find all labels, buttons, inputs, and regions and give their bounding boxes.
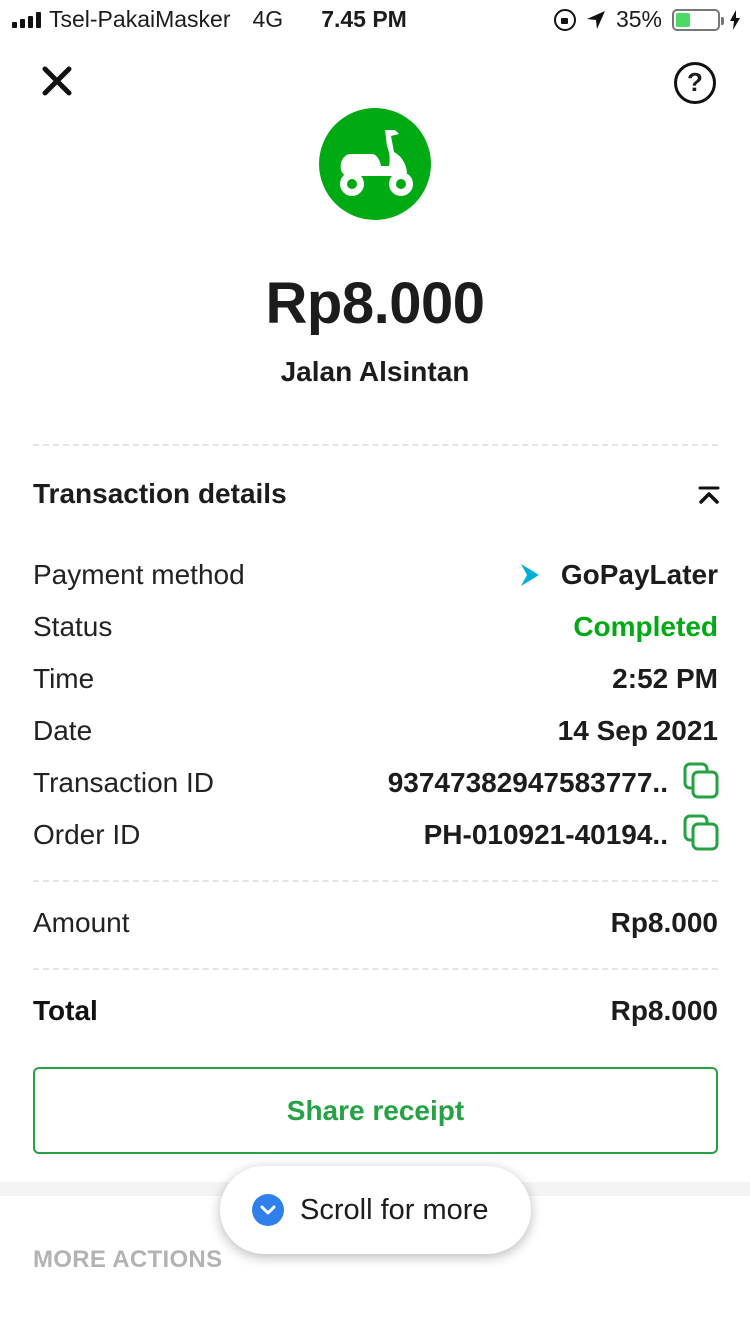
copy-icon bbox=[683, 762, 719, 799]
chevron-up-icon bbox=[698, 486, 720, 504]
help-button[interactable]: ? bbox=[674, 62, 716, 104]
chevron-down-icon bbox=[252, 1194, 284, 1226]
carrier-name: Tsel-PakaiMasker bbox=[49, 6, 231, 32]
copy-icon bbox=[683, 814, 719, 851]
row-transaction-id: Transaction ID 93747382947583777.. bbox=[33, 762, 719, 807]
rotation-lock-icon bbox=[553, 8, 576, 31]
battery-percent: 35% bbox=[615, 6, 662, 32]
close-button[interactable] bbox=[38, 62, 76, 100]
row-time: Time 2:52 PM bbox=[33, 663, 718, 703]
row-label: Time bbox=[33, 663, 95, 694]
row-total: Total Rp8.000 bbox=[33, 995, 718, 1035]
divider bbox=[33, 444, 718, 446]
divider bbox=[33, 968, 718, 970]
row-value: 93747382947583777.. bbox=[387, 767, 668, 798]
amount-label: Amount bbox=[33, 907, 130, 938]
transaction-details-title: Transaction details bbox=[33, 478, 287, 509]
scroll-hint-label: Scroll for more bbox=[300, 1193, 489, 1226]
total-label: Total bbox=[33, 995, 98, 1026]
amount-value: Rp8.000 bbox=[610, 907, 718, 938]
network-type: 4G bbox=[252, 6, 284, 32]
copy-order-id-button[interactable] bbox=[682, 813, 722, 853]
signal-icon bbox=[12, 11, 41, 28]
row-value: 14 Sep 2021 bbox=[557, 715, 718, 746]
row-label: Date bbox=[33, 715, 93, 746]
clock: 7.45 PM bbox=[321, 6, 407, 32]
row-date: Date 14 Sep 2021 bbox=[33, 715, 718, 755]
close-icon bbox=[42, 66, 72, 96]
collapse-toggle[interactable] bbox=[698, 486, 720, 504]
status-bar-left: Tsel-PakaiMasker 4G 7.45 PM bbox=[12, 6, 407, 33]
scroll-for-more-button[interactable]: Scroll for more bbox=[220, 1166, 531, 1254]
row-status: Status Completed bbox=[33, 611, 718, 651]
divider bbox=[33, 880, 718, 882]
row-label: Status bbox=[33, 611, 113, 642]
location-arrow-icon bbox=[586, 10, 605, 29]
transaction-amount: Rp8.000 bbox=[265, 271, 485, 336]
scooter-icon bbox=[340, 130, 413, 196]
total-value: Rp8.000 bbox=[610, 995, 718, 1026]
row-label: Order ID bbox=[33, 819, 141, 850]
row-label: Payment method bbox=[33, 559, 245, 590]
gopaylater-icon bbox=[521, 564, 539, 586]
row-value: 2:52 PM bbox=[612, 663, 718, 694]
more-actions-heading: MORE ACTIONS bbox=[33, 1246, 223, 1273]
status-bar: Tsel-PakaiMasker 4G 7.45 PM 35% bbox=[0, 0, 750, 40]
row-payment-method: Payment method GoPayLater bbox=[33, 559, 718, 599]
status-value: Completed bbox=[573, 611, 718, 642]
merchant-name: Jalan Alsintan bbox=[280, 356, 470, 387]
battery-icon bbox=[672, 8, 724, 31]
row-order-id: Order ID PH-010921-40194.. bbox=[33, 814, 719, 859]
service-logo bbox=[319, 108, 431, 220]
row-value: GoPayLater bbox=[560, 559, 718, 590]
status-bar-right: 35% bbox=[553, 6, 740, 33]
copy-transaction-id-button[interactable] bbox=[682, 761, 722, 801]
row-value: PH-010921-40194.. bbox=[423, 819, 668, 850]
charging-bolt-icon bbox=[730, 9, 740, 30]
share-receipt-button[interactable]: Share receipt bbox=[33, 1067, 718, 1154]
row-label: Transaction ID bbox=[33, 767, 215, 798]
row-amount: Amount Rp8.000 bbox=[33, 907, 718, 947]
battery-fill bbox=[676, 12, 690, 27]
